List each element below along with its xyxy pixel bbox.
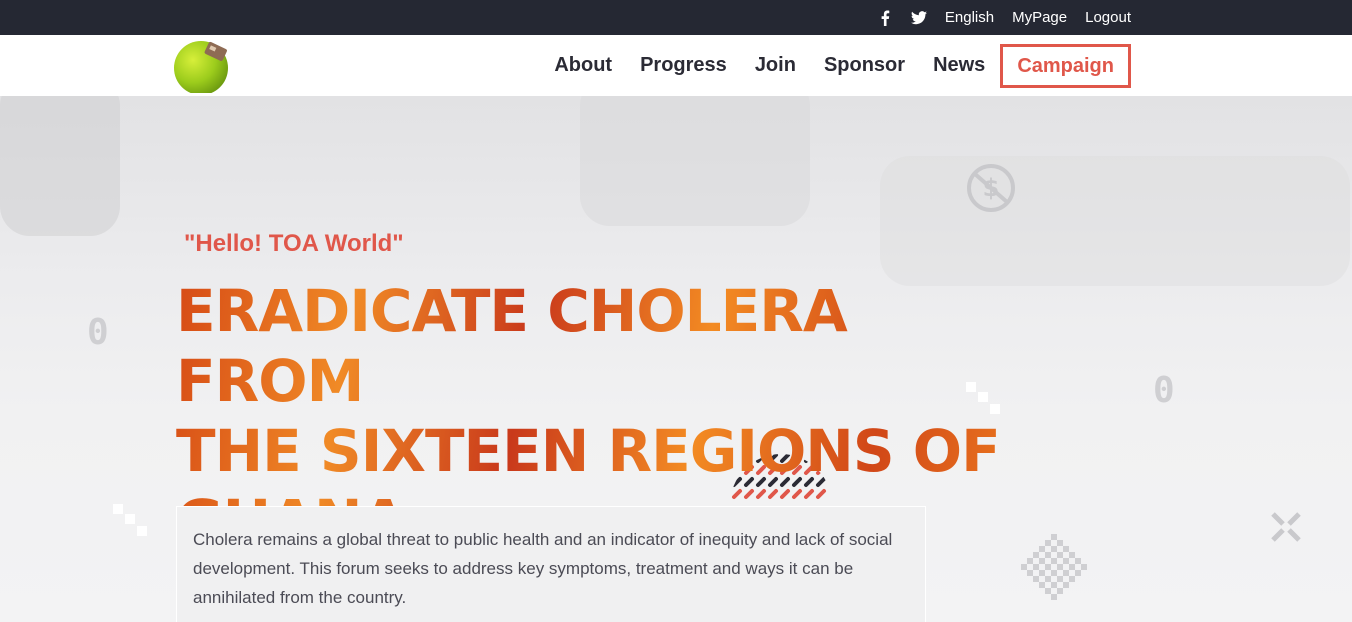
campaign-button[interactable]: Campaign (1000, 43, 1131, 88)
no-money-icon: $ (965, 162, 1017, 219)
top-bar: English MyPage Logout (0, 0, 1352, 35)
nav-menu: About Progress Join Sponsor News Campaig… (526, 42, 1131, 89)
background-photo-shape (880, 156, 1350, 286)
decor-digit: 0 (1153, 370, 1175, 411)
nav-join[interactable]: Join (755, 54, 796, 77)
headline-line: ERADICATE CHOLERA FROM (176, 277, 847, 415)
pixel-decor (113, 504, 149, 545)
nav-sponsor[interactable]: Sponsor (824, 54, 905, 77)
hero-tagline: "Hello! TOA World" (184, 230, 404, 257)
headline-line: THE SIXTEEN REGIONS OF (176, 417, 1000, 485)
background-photo-shape (580, 96, 810, 226)
nav-about[interactable]: About (554, 54, 612, 77)
twitter-icon[interactable] (910, 10, 927, 26)
hero-description: Cholera remains a global threat to publi… (193, 530, 893, 607)
mypage-link[interactable]: MyPage (1012, 9, 1067, 26)
language-link[interactable]: English (945, 9, 994, 26)
description-box: Cholera remains a global threat to publi… (176, 506, 926, 622)
close-icon (1270, 511, 1302, 548)
facebook-icon[interactable] (877, 10, 893, 26)
nav-progress[interactable]: Progress (640, 54, 727, 77)
decor-digit: 0 (87, 312, 109, 353)
nav-news[interactable]: News (933, 54, 985, 77)
top-bar-links: English MyPage Logout (877, 0, 1131, 35)
logout-link[interactable]: Logout (1085, 9, 1131, 26)
background-photo (0, 96, 120, 236)
site-logo[interactable] (172, 39, 230, 95)
main-navbar: About Progress Join Sponsor News Campaig… (0, 35, 1352, 96)
hero-section: $ 0 0 (0, 96, 1352, 622)
